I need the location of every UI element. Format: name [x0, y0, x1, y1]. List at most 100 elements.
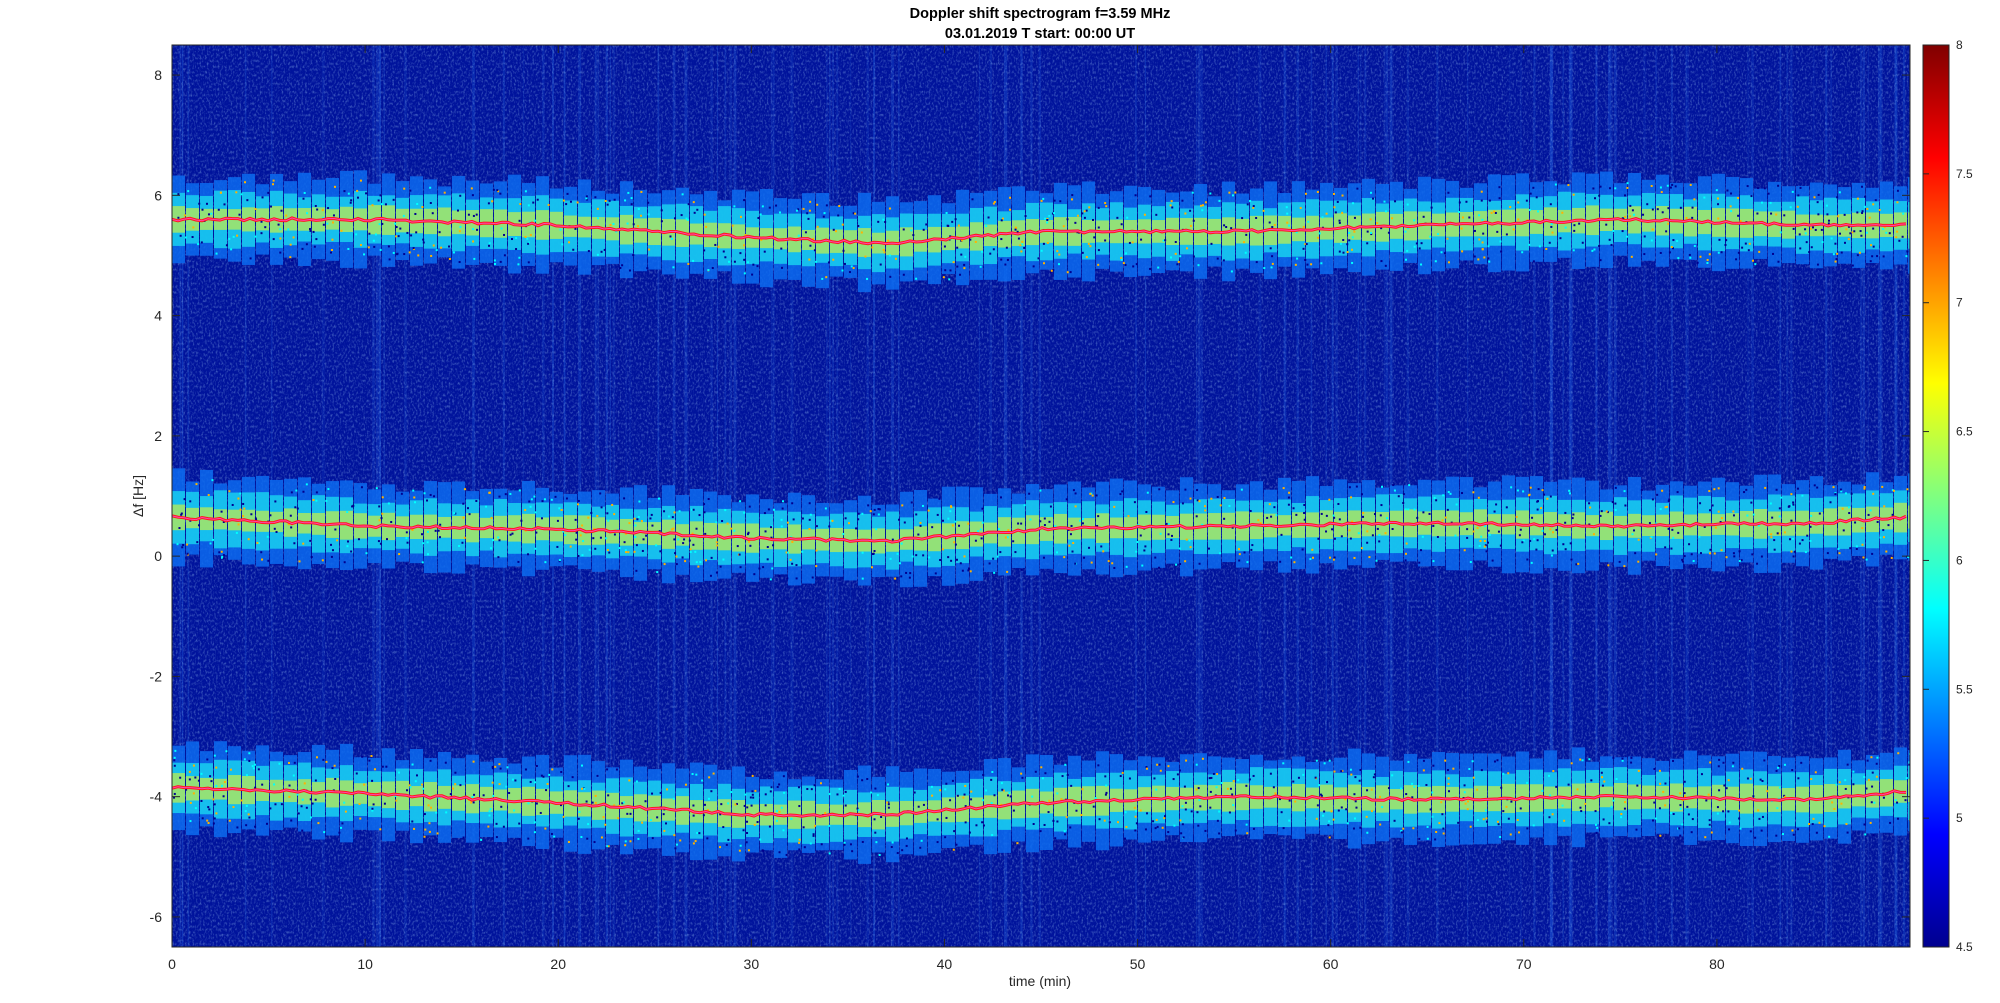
band-speckle: [253, 763, 256, 766]
band-speckle: [1816, 263, 1819, 266]
band-speckle: [1100, 545, 1103, 548]
band-speckle: [1092, 805, 1095, 808]
band-speckle: [1149, 267, 1152, 270]
band-speckle: [1066, 773, 1069, 776]
band-speckle: [207, 494, 210, 497]
band-speckle: [964, 255, 967, 258]
band-speckle: [1482, 232, 1485, 235]
band-speckle: [795, 564, 798, 567]
band-speckle: [1127, 515, 1130, 518]
band-speckle: [1000, 219, 1003, 222]
band-speckle: [1776, 807, 1779, 810]
band-speckle: [213, 803, 216, 806]
band-speckle: [786, 551, 789, 554]
band-speckle: [1340, 770, 1343, 773]
band-speckle: [244, 810, 247, 813]
band-speckle: [1273, 506, 1276, 509]
band-speckle: [961, 569, 964, 572]
band-speckle: [458, 261, 461, 264]
band-speckle: [1651, 498, 1654, 501]
band-speckle: [801, 517, 804, 520]
colorbar-tick-label: 5: [1956, 811, 1963, 825]
band-speckle: [285, 214, 288, 217]
band-speckle: [1440, 251, 1443, 254]
band-speckle: [1691, 818, 1694, 821]
band-speckle: [1350, 248, 1353, 251]
band-speckle: [829, 519, 832, 522]
band-speckle: [1810, 514, 1813, 517]
y-tick-label: -4: [150, 789, 163, 805]
band-speckle: [188, 778, 191, 781]
band-speckle: [1189, 546, 1192, 549]
band-speckle: [717, 245, 720, 248]
band-speckle: [697, 565, 700, 568]
band-speckle: [1179, 255, 1182, 258]
band-speckle: [1840, 802, 1843, 805]
band-speckle: [996, 555, 999, 558]
band-speckle: [644, 800, 647, 803]
band-speckle: [1441, 813, 1444, 816]
band-speckle: [402, 214, 405, 217]
band-speckle: [979, 265, 982, 268]
band-speckle: [472, 240, 475, 243]
band-speckle: [430, 806, 433, 809]
band-speckle: [1349, 537, 1352, 540]
band-speckle: [409, 786, 412, 789]
band-speckle: [502, 825, 505, 828]
band-speckle: [261, 783, 264, 786]
band-speckle: [429, 759, 432, 762]
band-speckle: [394, 222, 397, 225]
band-speckle: [1480, 190, 1483, 193]
band-speckle: [798, 838, 801, 841]
band-speckle: [879, 263, 882, 266]
band-speckle: [798, 805, 801, 808]
band-speckle: [770, 786, 773, 789]
band-speckle: [1901, 235, 1904, 238]
band-speckle: [543, 498, 546, 501]
band-speckle: [1069, 826, 1072, 829]
band-speckle: [289, 243, 292, 246]
band-speckle: [528, 500, 531, 503]
band-speckle: [815, 549, 818, 552]
band-speckle: [1838, 781, 1841, 784]
band-speckle: [778, 810, 781, 813]
band-speckle: [883, 251, 886, 254]
band-speckle: [510, 238, 513, 241]
band-speckle: [1334, 211, 1337, 214]
band-speckle: [1362, 515, 1365, 518]
band-speckle: [628, 269, 631, 272]
band-speckle: [611, 503, 614, 506]
band-speckle: [682, 542, 685, 545]
band-speckle: [420, 783, 423, 786]
band-speckle: [1834, 493, 1837, 496]
band-speckle: [596, 253, 599, 256]
band-speckle: [1810, 778, 1813, 781]
band-speckle: [1892, 489, 1895, 492]
band-speckle: [801, 550, 804, 553]
band-speckle: [1097, 226, 1100, 229]
band-speckle: [1898, 239, 1901, 242]
band-speckle: [468, 513, 471, 516]
band-speckle: [1505, 805, 1508, 808]
band-speckle: [1718, 238, 1721, 241]
band-speckle: [1687, 813, 1690, 816]
band-speckle: [594, 801, 597, 804]
band-speckle: [1167, 831, 1170, 834]
band-speckle: [836, 793, 839, 796]
band-speckle: [1717, 487, 1720, 490]
band-speckle: [1498, 186, 1501, 189]
band-speckle: [751, 790, 754, 793]
band-speckle: [910, 229, 913, 232]
band-speckle: [1337, 502, 1340, 505]
band-speckle: [947, 517, 950, 520]
band-speckle: [1624, 194, 1627, 197]
band-speckle: [432, 244, 435, 247]
band-speckle: [1366, 230, 1369, 233]
band-speckle: [963, 555, 966, 558]
band-speckle: [1009, 795, 1012, 798]
band-speckle: [1467, 800, 1470, 803]
band-speckle: [798, 841, 801, 844]
band-speckle: [462, 516, 465, 519]
band-speckle: [1338, 250, 1341, 253]
band-speckle: [1248, 778, 1251, 781]
